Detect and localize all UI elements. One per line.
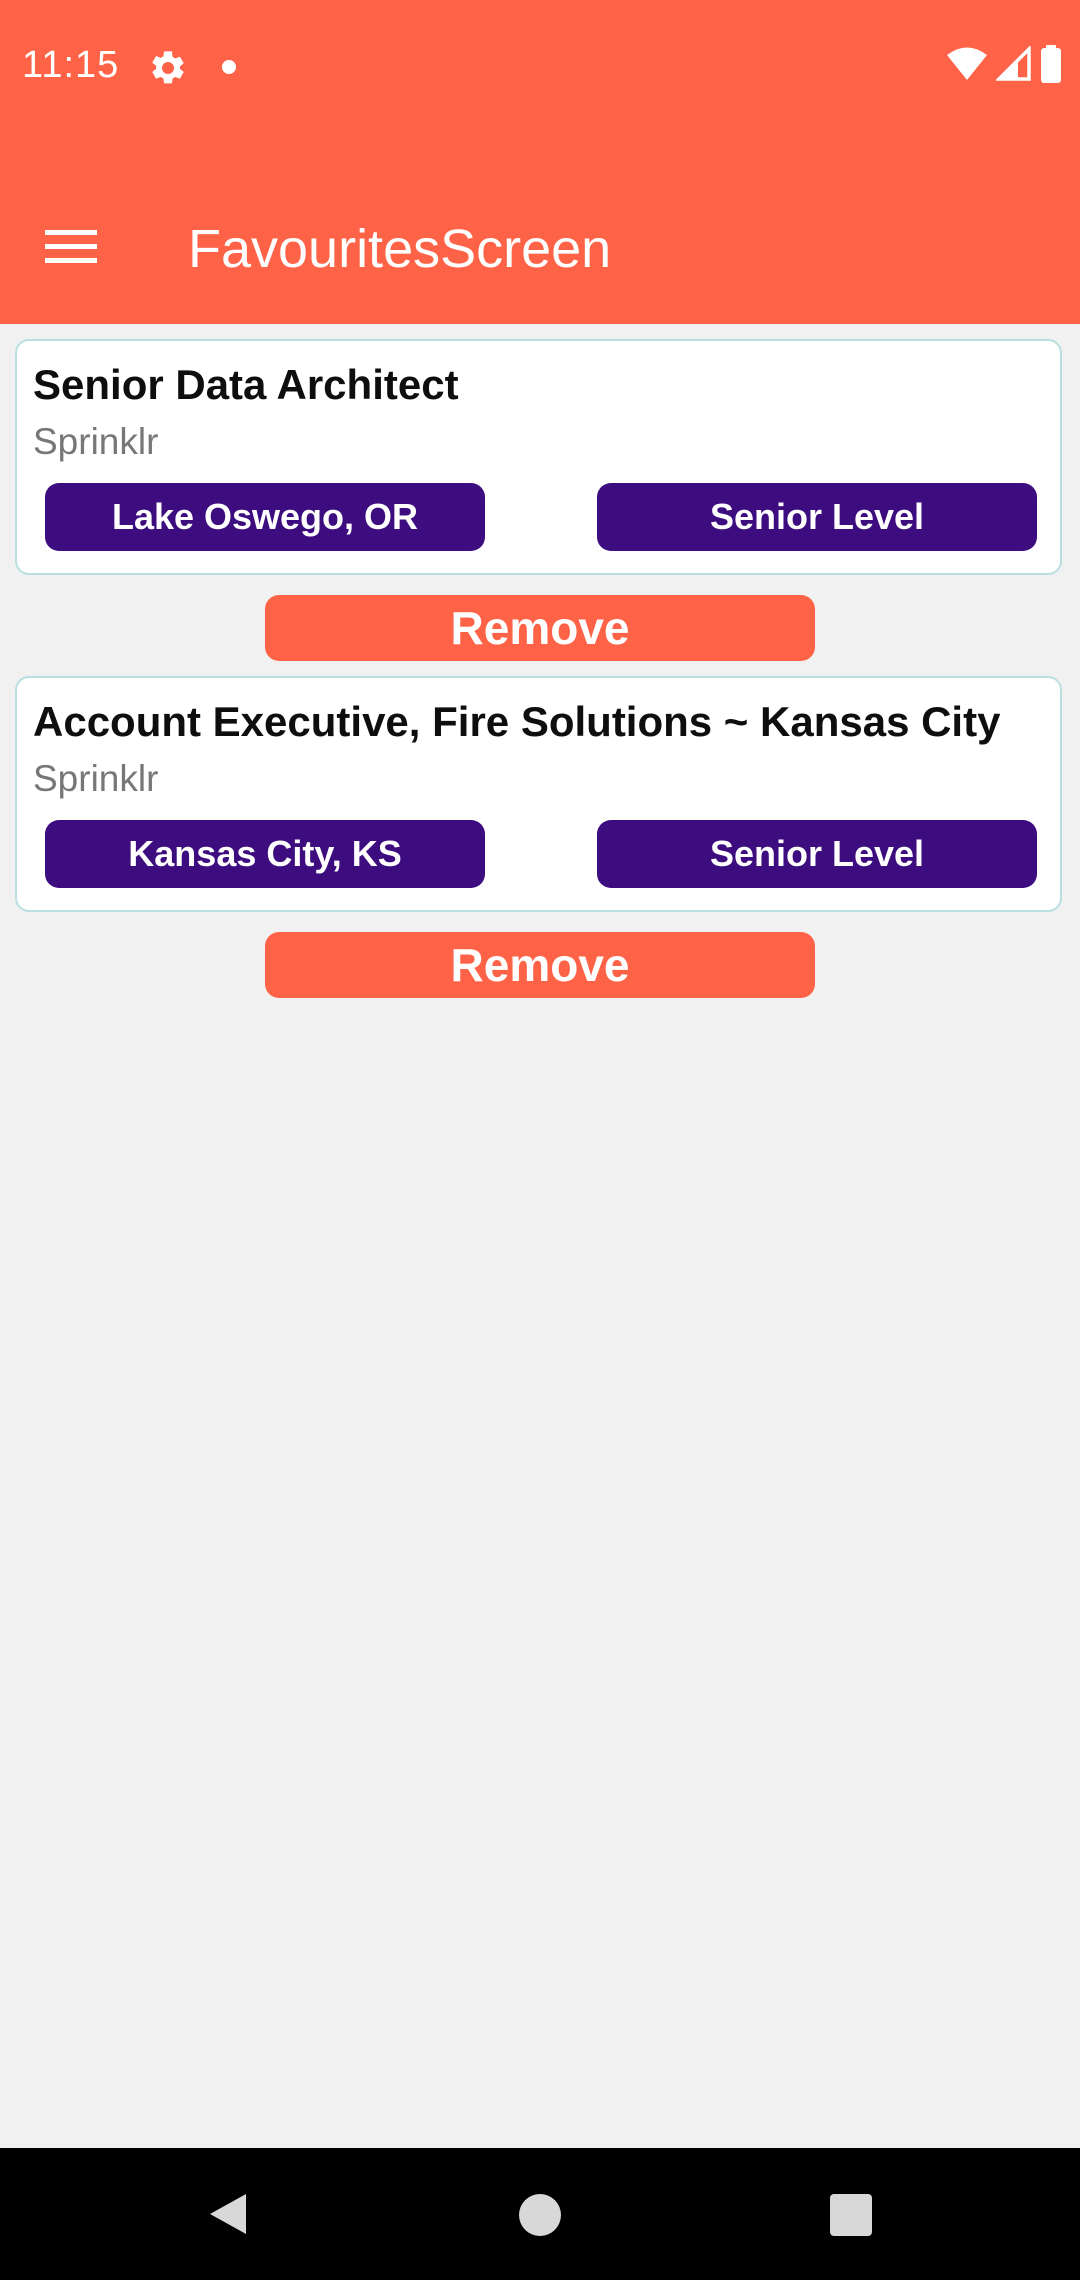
notification-dot-icon — [222, 60, 236, 74]
favourite-job-card[interactable]: Senior Data Architect Sprinklr Lake Oswe… — [15, 339, 1062, 575]
job-title: Account Executive, Fire Solutions ~ Kans… — [33, 698, 1001, 745]
home-icon[interactable] — [519, 2194, 561, 2236]
location-chip: Lake Oswego, OR — [45, 483, 485, 551]
menu-button[interactable] — [30, 214, 112, 284]
signal-icon — [994, 44, 1032, 87]
battery-icon — [1040, 44, 1062, 88]
status-icons — [946, 44, 1062, 88]
remove-button[interactable]: Remove — [265, 932, 815, 998]
gear-icon — [148, 48, 188, 88]
level-chip: Senior Level — [597, 483, 1037, 551]
status-time: 11:15 — [22, 44, 120, 86]
job-company: Sprinklr — [33, 421, 159, 462]
page-title: FavouritesScreen — [188, 219, 612, 279]
location-chip: Kansas City, KS — [45, 820, 485, 888]
status-bar: 11:15 — [0, 0, 1080, 134]
recents-icon[interactable] — [830, 2194, 872, 2236]
level-chip: Senior Level — [597, 820, 1037, 888]
favourite-job-card[interactable]: Account Executive, Fire Solutions ~ Kans… — [15, 676, 1062, 912]
navigation-bar — [0, 2148, 1080, 2280]
job-company: Sprinklr — [33, 758, 159, 799]
app-bar: 11:15 FavouritesScreen — [0, 0, 1080, 324]
job-title: Senior Data Architect — [33, 361, 459, 408]
back-icon[interactable] — [206, 2192, 248, 2236]
remove-button[interactable]: Remove — [265, 595, 815, 661]
wifi-icon — [946, 46, 988, 87]
hamburger-menu-icon — [45, 228, 97, 271]
